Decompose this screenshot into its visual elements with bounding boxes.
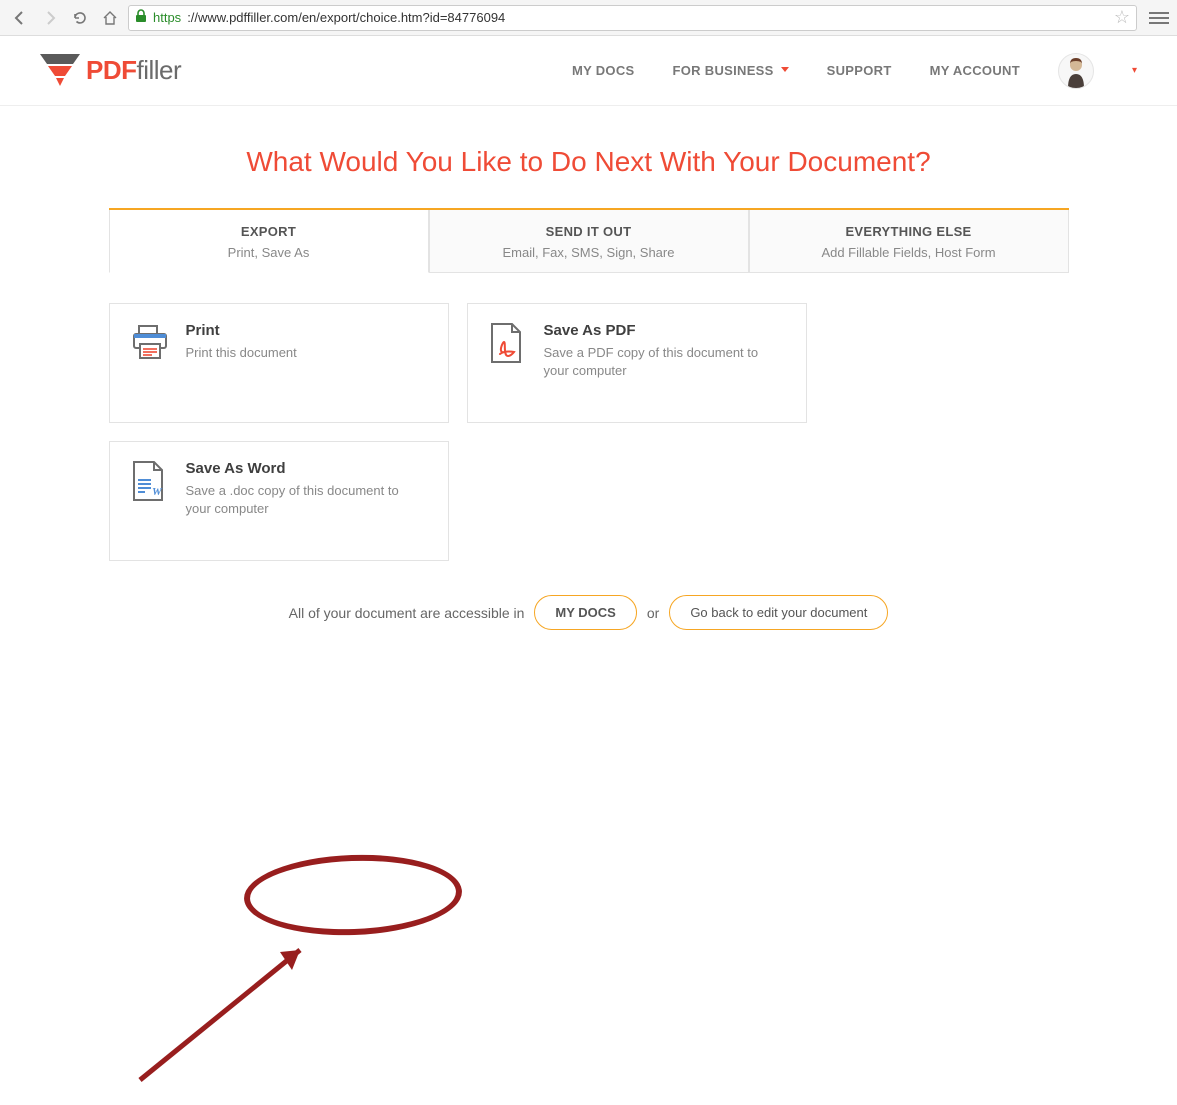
footer-or: or bbox=[647, 605, 659, 621]
lock-icon bbox=[135, 9, 147, 26]
annotation-oval bbox=[243, 851, 464, 939]
tab-export[interactable]: EXPORT Print, Save As bbox=[109, 210, 429, 273]
address-bar[interactable]: https ://www.pdffiller.com/en/export/cho… bbox=[128, 5, 1137, 31]
reload-button[interactable] bbox=[68, 6, 92, 30]
logo-text: PDFfiller bbox=[86, 55, 181, 86]
user-avatar[interactable] bbox=[1058, 53, 1094, 89]
tab-title: EVERYTHING ELSE bbox=[750, 224, 1068, 239]
go-back-button[interactable]: Go back to edit your document bbox=[669, 595, 888, 630]
card-title: Save As PDF bbox=[544, 322, 786, 339]
url-path: ://www.pdffiller.com/en/export/choice.ht… bbox=[187, 10, 1108, 25]
chevron-down-icon[interactable]: ▾ bbox=[1132, 65, 1137, 76]
tabs-row: EXPORT Print, Save As SEND IT OUT Email,… bbox=[109, 208, 1069, 273]
card-title: Print bbox=[186, 322, 297, 339]
svg-text:W: W bbox=[152, 486, 163, 498]
nav-for-business[interactable]: FOR BUSINESS bbox=[673, 63, 789, 78]
card-save-as-word[interactable]: W Save As Word Save a .doc copy of this … bbox=[109, 441, 449, 561]
my-docs-button[interactable]: MY DOCS bbox=[534, 595, 636, 630]
tab-subtitle: Print, Save As bbox=[110, 245, 428, 260]
url-protocol: https bbox=[153, 10, 181, 25]
main-container: What Would You Like to Do Next With Your… bbox=[109, 146, 1069, 630]
site-header: PDFfiller MY DOCS FOR BUSINESS SUPPORT M… bbox=[0, 36, 1177, 106]
tab-send-it-out[interactable]: SEND IT OUT Email, Fax, SMS, Sign, Share bbox=[429, 210, 749, 273]
card-title: Save As Word bbox=[186, 460, 428, 477]
card-description: Save a PDF copy of this document to your… bbox=[544, 344, 786, 379]
footer-line: All of your document are accessible in M… bbox=[109, 595, 1069, 630]
printer-icon bbox=[130, 322, 170, 404]
card-print[interactable]: Print Print this document bbox=[109, 303, 449, 423]
pdf-file-icon bbox=[488, 322, 528, 404]
tab-title: SEND IT OUT bbox=[430, 224, 748, 239]
back-button[interactable] bbox=[8, 6, 32, 30]
tab-subtitle: Add Fillable Fields, Host Form bbox=[750, 245, 1068, 260]
annotation-arrow bbox=[130, 930, 330, 1105]
forward-button[interactable] bbox=[38, 6, 62, 30]
tab-title: EXPORT bbox=[110, 224, 428, 239]
main-nav: MY DOCS FOR BUSINESS SUPPORT MY ACCOUNT … bbox=[572, 53, 1137, 89]
tab-everything-else[interactable]: EVERYTHING ELSE Add Fillable Fields, Hos… bbox=[749, 210, 1069, 273]
export-options: Print Print this document Save As PDF Sa… bbox=[109, 303, 1069, 561]
bookmark-star-icon[interactable]: ☆ bbox=[1114, 7, 1130, 28]
card-save-as-pdf[interactable]: Save As PDF Save a PDF copy of this docu… bbox=[467, 303, 807, 423]
logo-icon bbox=[40, 54, 80, 88]
card-description: Print this document bbox=[186, 344, 297, 362]
tab-subtitle: Email, Fax, SMS, Sign, Share bbox=[430, 245, 748, 260]
home-button[interactable] bbox=[98, 6, 122, 30]
site-logo[interactable]: PDFfiller bbox=[40, 54, 181, 88]
nav-my-docs[interactable]: MY DOCS bbox=[572, 63, 635, 78]
card-description: Save a .doc copy of this document to you… bbox=[186, 482, 428, 517]
nav-my-account[interactable]: MY ACCOUNT bbox=[930, 63, 1020, 78]
footer-prefix: All of your document are accessible in bbox=[289, 605, 525, 621]
word-file-icon: W bbox=[130, 460, 170, 542]
browser-toolbar: https ://www.pdffiller.com/en/export/cho… bbox=[0, 0, 1177, 36]
nav-support[interactable]: SUPPORT bbox=[827, 63, 892, 78]
hamburger-menu-icon[interactable] bbox=[1149, 8, 1169, 28]
page-title: What Would You Like to Do Next With Your… bbox=[109, 146, 1069, 178]
